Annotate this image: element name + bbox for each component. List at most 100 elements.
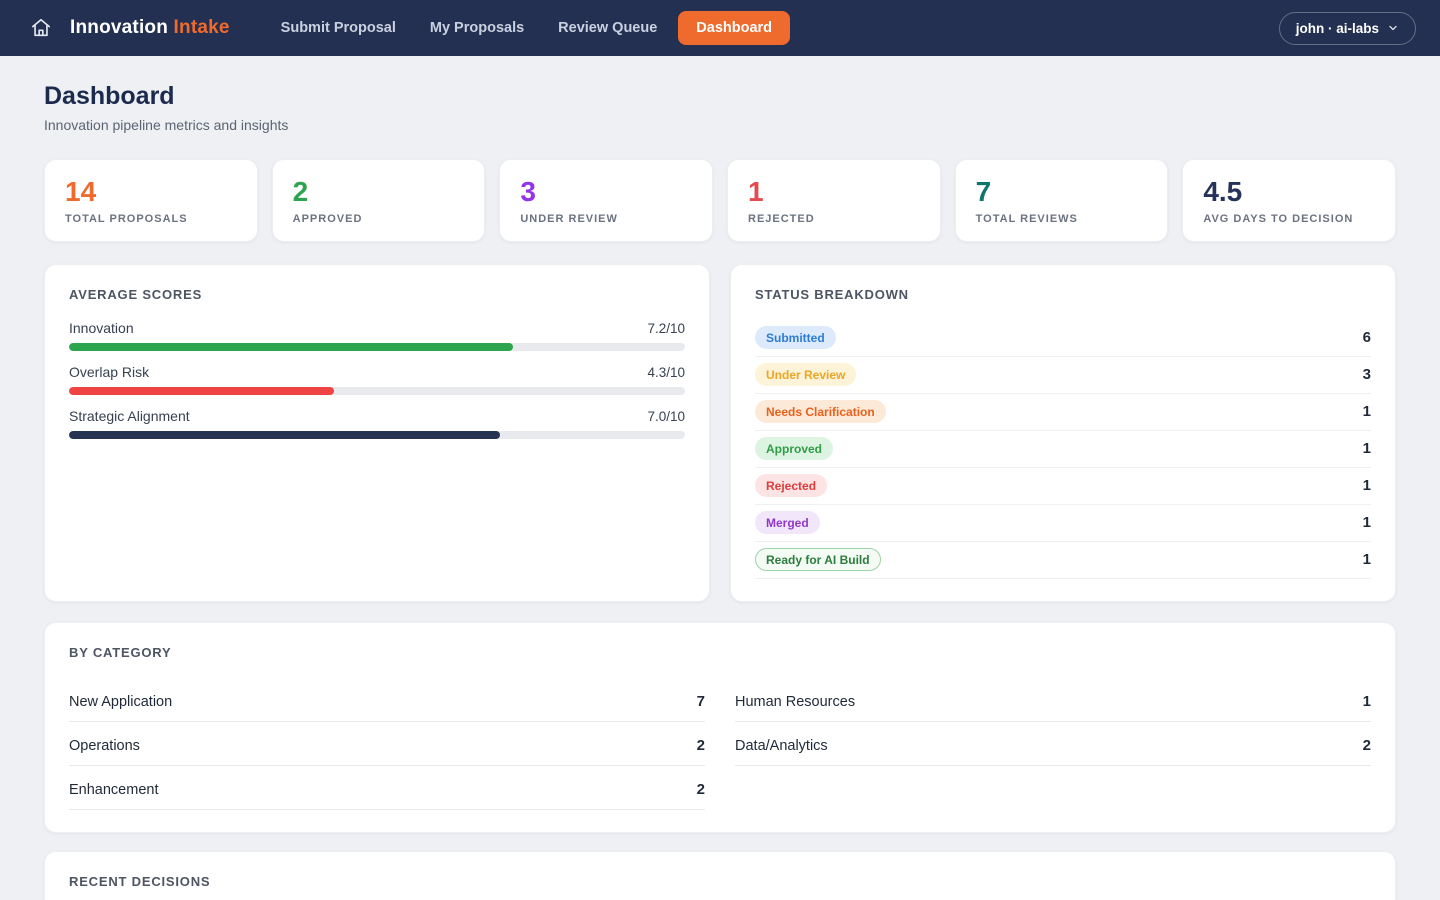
chevron-down-icon [1387,22,1399,34]
top-navbar: Innovation Intake Submit ProposalMy Prop… [0,0,1440,56]
category-label: New Application [69,694,172,710]
score-bar-track [69,431,685,439]
score-bar-fill [69,431,500,439]
main-content: Dashboard Innovation pipeline metrics an… [0,82,1440,900]
score-head: Strategic Alignment 7.0/10 [69,408,685,424]
category-item: Operations 2 [69,722,705,766]
status-row: Merged 1 [755,505,1371,542]
recent-decisions-panel: Recent Decisions PROPOSALAPP NAMEDECISIO… [44,851,1396,900]
score-value: 4.3/10 [647,365,685,380]
category-count: 2 [697,781,705,798]
status-count: 1 [1363,514,1371,531]
category-item: Enhancement 2 [69,766,705,810]
stat-value: 3 [520,177,692,208]
stat-label: UNDER REVIEW [520,213,692,225]
recent-decisions-title: Recent Decisions [69,874,1371,889]
user-label: john · ai-labs [1296,21,1379,36]
nav-item-submit-proposal[interactable]: Submit Proposal [268,12,409,44]
status-row: Submitted 6 [755,320,1371,357]
stat-card: 2 APPROVED [272,159,486,242]
category-count: 1 [1363,693,1371,710]
score-bar-fill [69,343,513,351]
status-badge: Rejected [755,474,827,497]
average-scores-panel: Average Scores Innovation 7.2/10 Overlap R… [44,264,710,602]
category-count: 2 [697,737,705,754]
score-value: 7.0/10 [647,409,685,424]
category-count: 7 [697,693,705,710]
stat-value: 7 [976,177,1148,208]
status-badge: Ready for AI Build [755,548,881,571]
category-column-right: Human Resources1 Data/Analytics 2 [735,678,1371,810]
status-badge: Needs Clarification [755,400,886,423]
stat-card: 3 UNDER REVIEW [499,159,713,242]
score-bar-track [69,387,685,395]
score-bar-fill [69,387,334,395]
category-label: Enhancement [69,782,158,798]
stat-value: 14 [65,177,237,208]
status-row: Under Review3 [755,357,1371,394]
status-badge: Approved [755,437,833,460]
average-scores-title: Average Scores [69,287,685,302]
status-breakdown-panel: Status Breakdown Submitted 6 Under Review3… [730,264,1396,602]
status-badge: Under Review [755,363,856,386]
category-count: 2 [1363,737,1371,754]
nav-item-review-queue[interactable]: Review Queue [545,12,670,44]
status-breakdown-title: Status Breakdown [755,287,1371,302]
brand-logo[interactable]: Innovation Intake [70,17,230,39]
stat-card: 4.5 AVG DAYS TO DECISION [1182,159,1396,242]
category-grid: New Application7Operations2Enhancement2 … [69,678,1371,810]
stat-label: REJECTED [748,213,920,225]
score-row: Strategic Alignment 7.0/10 [69,408,685,439]
category-label: Operations [69,738,140,754]
by-category-panel: By Category New Application7Operations2E… [44,622,1396,833]
category-item: Data/Analytics 2 [735,722,1371,766]
score-row: Innovation 7.2/10 [69,320,685,351]
status-list: Submitted6Under Review3Needs Clarificati… [755,320,1371,579]
stat-card: 7 TOTAL REVIEWS [955,159,1169,242]
stat-value: 4.5 [1203,177,1375,208]
status-count: 1 [1363,477,1371,494]
by-category-title: By Category [69,645,1371,660]
score-value: 7.2/10 [647,321,685,336]
home-icon[interactable] [30,17,52,39]
status-count: 6 [1363,329,1371,346]
mid-panels: Average Scores Innovation 7.2/10 Overlap R… [44,264,1396,602]
status-row: Needs Clarification 1 [755,394,1371,431]
category-label: Data/Analytics [735,738,828,754]
nav-item-my-proposals[interactable]: My Proposals [417,12,537,44]
nav-item-dashboard[interactable]: Dashboard [678,11,790,45]
score-label: Strategic Alignment [69,408,190,424]
stat-card: 14 TOTAL PROPOSALS [44,159,258,242]
status-count: 1 [1363,403,1371,420]
score-head: Innovation 7.2/10 [69,320,685,336]
status-row: Approved 1 [755,431,1371,468]
category-item: New Application 7 [69,678,705,722]
stat-card: 1 REJECTED [727,159,941,242]
score-label: Overlap Risk [69,364,149,380]
stats-grid: 14 TOTAL PROPOSALS 2 APPROVED 3 UNDER REVIEW 1… [44,159,1396,242]
status-row: Rejected 1 [755,468,1371,505]
brand-name-primary: Innovation [70,17,168,38]
page-subtitle: Innovation pipeline metrics and insights [44,117,1396,133]
user-menu-button[interactable]: john · ai-labs [1279,12,1416,45]
score-bar-track [69,343,685,351]
status-row: Ready for AI Build 1 [755,542,1371,579]
status-badge: Merged [755,511,820,534]
stat-label: TOTAL PROPOSALS [65,213,237,225]
status-badge: Submitted [755,326,836,349]
status-count: 1 [1363,551,1371,568]
score-label: Innovation [69,320,134,336]
scores-list: Innovation 7.2/10 Overlap Risk 4.3/10 Strate… [69,320,685,439]
category-item: Human Resources1 [735,678,1371,722]
stat-label: AVG DAYS TO DECISION [1203,213,1375,225]
stat-label: APPROVED [293,213,465,225]
page-title: Dashboard [44,82,1396,111]
stat-value: 2 [293,177,465,208]
stat-value: 1 [748,177,920,208]
stat-label: TOTAL REVIEWS [976,213,1148,225]
status-count: 1 [1363,440,1371,457]
score-head: Overlap Risk 4.3/10 [69,364,685,380]
brand-name-accent: Intake [174,17,230,38]
category-column-left: New Application 7 Operations 2 Enhancement 2 [69,678,705,810]
score-row: Overlap Risk 4.3/10 [69,364,685,395]
